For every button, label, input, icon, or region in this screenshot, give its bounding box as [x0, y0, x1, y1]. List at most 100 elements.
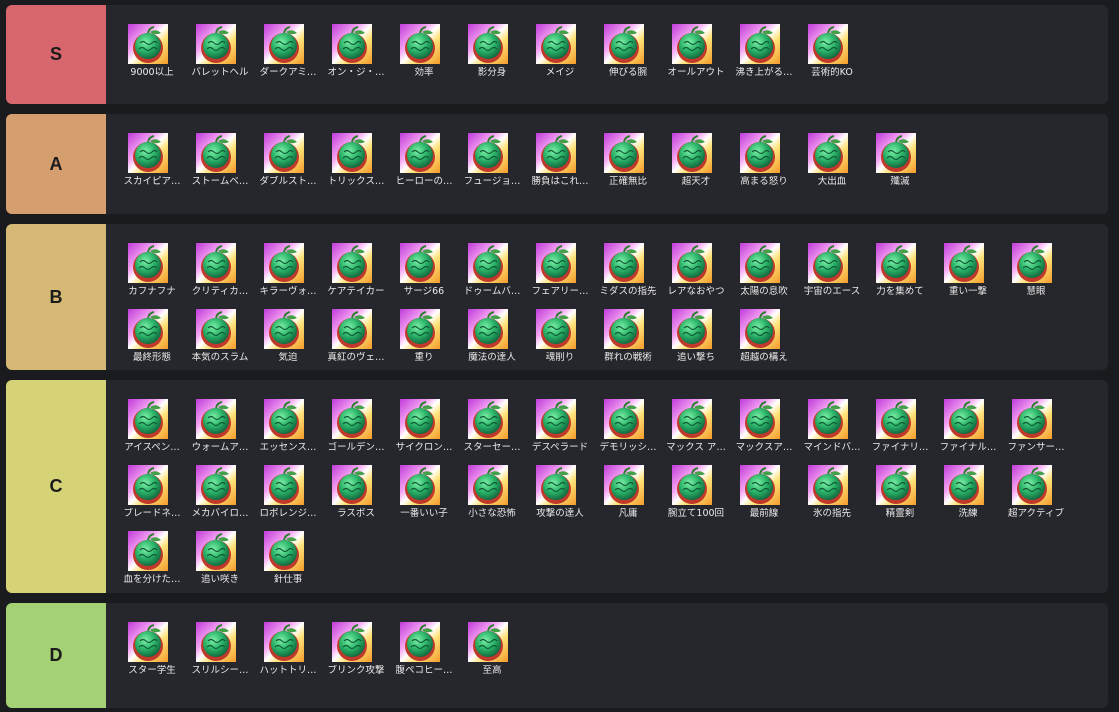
tier-label[interactable]: S [6, 5, 106, 104]
tier-item[interactable]: ロボレンジ… [254, 455, 322, 519]
tier-item[interactable]: 魔法の達人 [458, 299, 526, 363]
tier-item[interactable]: 高まる怒り [730, 123, 798, 187]
tier-item[interactable]: サイクロン… [390, 389, 458, 453]
tier-item[interactable]: 大出血 [798, 123, 866, 187]
tier-item[interactable]: 至高 [458, 612, 526, 676]
tier-item[interactable]: スカイピア… [118, 123, 186, 187]
tier-label[interactable]: D [6, 603, 106, 708]
devil-fruit-icon [672, 133, 712, 173]
tier-item[interactable]: ストームベ… [186, 123, 254, 187]
tier-item[interactable]: 超越の構え [730, 299, 798, 363]
tier-item[interactable]: 一番いい子 [390, 455, 458, 519]
tier-item[interactable]: 慧眼 [1002, 233, 1070, 297]
tier-item[interactable]: 洗練 [934, 455, 1002, 519]
tier-label[interactable]: C [6, 380, 106, 593]
tier-item[interactable]: ハットトリ… [254, 612, 322, 676]
tier-item[interactable]: 気迫 [254, 299, 322, 363]
tier-item[interactable]: ファイナリ… [866, 389, 934, 453]
tier-item[interactable]: エッセンス… [254, 389, 322, 453]
tier-item[interactable]: 影分身 [458, 14, 526, 78]
tier-item[interactable]: ドゥームバ… [458, 233, 526, 297]
tier-item[interactable]: オールアウト [662, 14, 730, 78]
tier-item[interactable]: 攻撃の達人 [526, 455, 594, 519]
tier-item[interactable]: 伸びる腕 [594, 14, 662, 78]
tier-item[interactable]: デモリッシ… [594, 389, 662, 453]
tier-item[interactable]: フェアリー… [526, 233, 594, 297]
tier-item[interactable]: 殲滅 [866, 123, 934, 187]
tier-item[interactable]: スター学生 [118, 612, 186, 676]
item-name: ブレードネ… [123, 508, 181, 519]
tier-item[interactable]: サージ66 [390, 233, 458, 297]
tier-label[interactable]: B [6, 224, 106, 370]
tier-item[interactable]: ヒーローの… [390, 123, 458, 187]
tier-item[interactable]: 効率 [390, 14, 458, 78]
tier-items: スター学生 スリルシー… ハットトリ… ブリンク攻撃 腹ペコヒー… 至高 [118, 612, 1108, 676]
tier-item[interactable]: 本気のスラム [186, 299, 254, 363]
tier-item[interactable]: 血を分けた… [118, 521, 186, 585]
tier-item[interactable]: 小さな恐怖 [458, 455, 526, 519]
tier-item[interactable]: 沸き上がる… [730, 14, 798, 78]
tier-item[interactable]: ブレードネ… [118, 455, 186, 519]
tier-item[interactable]: メカバイロ… [186, 455, 254, 519]
tier-item[interactable]: ブリンク攻撃 [322, 612, 390, 676]
tier-item[interactable]: ケアテイカー [322, 233, 390, 297]
tier-item[interactable]: 最前線 [730, 455, 798, 519]
tier-item[interactable]: 腕立て100回 [662, 455, 730, 519]
item-name: エッセンス… [259, 442, 317, 453]
tier-item[interactable]: ファイナル… [934, 389, 1002, 453]
tier-item[interactable]: 魂削り [526, 299, 594, 363]
item-name: レアなおやつ [667, 286, 725, 297]
tier-item[interactable]: 重り [390, 299, 458, 363]
tier-item[interactable]: 凡庸 [594, 455, 662, 519]
tier-item[interactable]: ラスボス [322, 455, 390, 519]
tier-item[interactable]: キラーヴォ… [254, 233, 322, 297]
tier-item[interactable]: 群れの戦術 [594, 299, 662, 363]
item-name: サイクロン… [395, 442, 453, 453]
tier-item[interactable]: バレットヘル [186, 14, 254, 78]
tier-item[interactable]: マインドバ… [798, 389, 866, 453]
tier-item[interactable]: 精霊剣 [866, 455, 934, 519]
tier-item[interactable]: 腹ペコヒー… [390, 612, 458, 676]
tier-item[interactable]: スターセー… [458, 389, 526, 453]
tier-item[interactable]: フュージョ… [458, 123, 526, 187]
tier-label[interactable]: A [6, 114, 106, 214]
tier-item[interactable]: 追い撃ち [662, 299, 730, 363]
tier-item[interactable]: 超天才 [662, 123, 730, 187]
tier-item[interactable]: 真紅のヴェ… [322, 299, 390, 363]
tier-item[interactable]: 正確無比 [594, 123, 662, 187]
tier-item[interactable]: 超アクティブ [1002, 455, 1070, 519]
tier-item[interactable]: 太陽の息吹 [730, 233, 798, 297]
tier-item[interactable]: カフナフナ [118, 233, 186, 297]
devil-fruit-icon [1012, 465, 1052, 505]
tier-item[interactable]: マックス ア… [662, 389, 730, 453]
devil-fruit-icon [672, 243, 712, 283]
tier-item[interactable]: 力を集めて [866, 233, 934, 297]
tier-item[interactable]: 針仕事 [254, 521, 322, 585]
tier-item[interactable]: 氷の指先 [798, 455, 866, 519]
tier-item[interactable]: 重い一撃 [934, 233, 1002, 297]
tier-item[interactable]: 最終形態 [118, 299, 186, 363]
item-name: 勝負はこれ… [531, 176, 589, 187]
tier-item[interactable]: ダークアミ… [254, 14, 322, 78]
tier-item[interactable]: アイスペン… [118, 389, 186, 453]
tier-item[interactable]: ミダスの指先 [594, 233, 662, 297]
tier-item[interactable]: 宇宙のエース [798, 233, 866, 297]
tier-item[interactable]: オン・ジ・… [322, 14, 390, 78]
tier-item[interactable]: ウォームア… [186, 389, 254, 453]
tier-item[interactable]: クリティカ… [186, 233, 254, 297]
tier-item[interactable]: マックスア… [730, 389, 798, 453]
tier-item[interactable]: 追い咲き [186, 521, 254, 585]
devil-fruit-icon [604, 399, 644, 439]
tier-item[interactable]: ファンサー… [1002, 389, 1070, 453]
tier-item[interactable]: スリルシー… [186, 612, 254, 676]
tier-item[interactable]: 芸術的KO [798, 14, 866, 78]
tier-item[interactable]: デスペラード [526, 389, 594, 453]
devil-fruit-icon [468, 622, 508, 662]
tier-item[interactable]: 9000以上 [118, 14, 186, 78]
tier-item[interactable]: ゴールデン… [322, 389, 390, 453]
tier-item[interactable]: 勝負はこれ… [526, 123, 594, 187]
tier-item[interactable]: レアなおやつ [662, 233, 730, 297]
tier-item[interactable]: ダブルスト… [254, 123, 322, 187]
tier-item[interactable]: メイジ [526, 14, 594, 78]
tier-item[interactable]: トリックス… [322, 123, 390, 187]
